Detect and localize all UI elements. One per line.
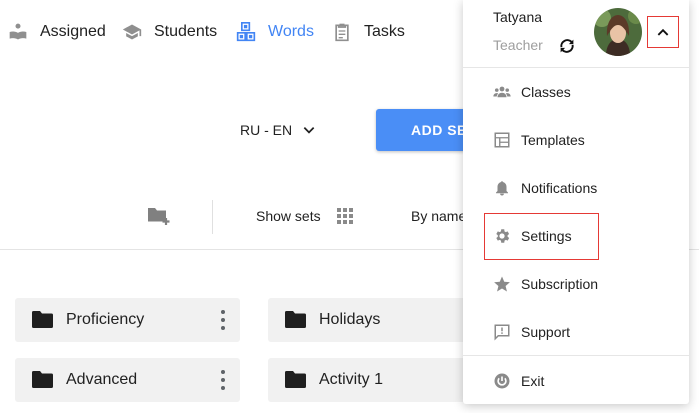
menu-item-templates[interactable]: Templates — [463, 120, 689, 160]
folder-card[interactable]: Advanced — [15, 358, 240, 402]
nav-item-words-label: Words — [268, 23, 314, 40]
menu-item-label: Classes — [521, 84, 571, 100]
nav-item-students[interactable]: Students — [122, 20, 217, 44]
grid-view-icon — [336, 208, 353, 224]
abc-blocks-icon — [236, 22, 256, 42]
show-sets-toggle[interactable]: Show sets — [256, 208, 353, 224]
nav-item-words[interactable]: Words — [236, 20, 314, 44]
nav-item-tasks-label: Tasks — [364, 23, 405, 40]
folder-icon — [285, 371, 306, 388]
chevron-down-icon — [303, 127, 315, 134]
more-options-icon[interactable] — [220, 310, 226, 330]
graduation-cap-icon — [122, 24, 142, 40]
folder-name: Proficiency — [66, 311, 145, 328]
menu-item-exit[interactable]: Exit — [463, 361, 689, 401]
folder-card[interactable]: Proficiency — [15, 298, 240, 342]
sort-select[interactable]: By name — [411, 208, 466, 224]
feedback-icon — [493, 323, 511, 341]
chevron-up-icon — [657, 28, 669, 36]
menu-divider — [463, 67, 689, 68]
new-folder-icon[interactable] — [146, 205, 172, 227]
nav-item-assigned[interactable]: Assigned — [8, 20, 106, 44]
switch-role-icon[interactable] — [558, 37, 576, 55]
menu-item-support[interactable]: Support — [463, 312, 689, 352]
power-icon — [493, 372, 511, 390]
folder-icon — [285, 311, 306, 328]
clipboard-icon — [335, 23, 349, 42]
bell-icon — [493, 179, 511, 197]
star-icon — [493, 275, 511, 293]
user-menu-panel: Tatyana Teacher Classes Templates Notifi… — [463, 0, 689, 404]
user-name: Tatyana — [493, 9, 543, 25]
gear-icon — [493, 227, 511, 245]
avatar-photo — [594, 8, 642, 56]
toolbar-divider — [212, 200, 213, 234]
folder-name: Advanced — [66, 371, 138, 388]
menu-item-label: Subscription — [521, 276, 599, 292]
nav-item-assigned-label: Assigned — [40, 23, 106, 40]
collapse-menu-button[interactable] — [647, 16, 679, 48]
reader-icon — [9, 23, 27, 40]
avatar[interactable] — [594, 8, 642, 56]
menu-item-classes[interactable]: Classes — [463, 72, 689, 112]
menu-divider — [463, 355, 689, 356]
folder-name: Activity 1 — [319, 371, 384, 388]
menu-item-subscription[interactable]: Subscription — [463, 264, 689, 304]
nav-item-tasks[interactable]: Tasks — [332, 20, 405, 44]
menu-item-notifications[interactable]: Notifications — [463, 168, 689, 208]
template-icon — [493, 131, 511, 149]
menu-item-settings[interactable]: Settings — [463, 216, 689, 256]
nav-item-students-label: Students — [154, 23, 218, 40]
folder-icon — [32, 311, 53, 328]
menu-item-label: Templates — [521, 132, 585, 148]
menu-item-label: Settings — [521, 228, 572, 244]
menu-item-label: Notifications — [521, 180, 598, 196]
group-icon — [493, 83, 511, 101]
user-role: Teacher — [493, 37, 543, 53]
language-pair-label: RU - EN — [240, 122, 293, 138]
more-options-icon[interactable] — [220, 370, 226, 390]
folder-name: Holidays — [319, 311, 381, 328]
show-sets-label: Show sets — [256, 208, 321, 224]
language-pair-select[interactable]: RU - EN — [240, 120, 316, 140]
menu-item-label: Support — [521, 324, 571, 340]
menu-item-label: Exit — [521, 373, 545, 389]
app-root: Assigned Students Words Tasks RU - EN AD… — [0, 0, 699, 413]
folder-icon — [32, 371, 53, 388]
